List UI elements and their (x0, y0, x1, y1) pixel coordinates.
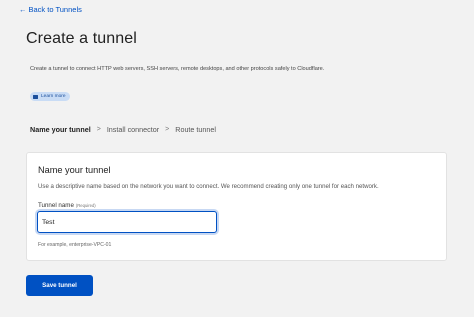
name-tunnel-card: Name your tunnel Use a descriptive name … (26, 152, 447, 261)
tunnel-name-input[interactable] (37, 211, 217, 233)
required-marker: (Required) (75, 203, 96, 208)
step-route-tunnel: Route tunnel (175, 125, 217, 134)
save-tunnel-button[interactable]: Save tunnel (26, 275, 93, 296)
learn-more-button[interactable]: Learn more (30, 92, 70, 101)
tunnel-name-label-text: Tunnel name (38, 202, 74, 209)
field-hint: For example, enterprise-VPC-01 (38, 242, 112, 248)
tunnel-name-label: Tunnel name (Required) (38, 202, 96, 209)
book-icon (33, 94, 38, 99)
step-progress: Name your tunnel > Install connector > R… (30, 125, 216, 134)
step-separator: > (165, 126, 170, 133)
card-title: Name your tunnel (38, 165, 111, 175)
step-install-connector: Install connector (106, 125, 160, 134)
card-description: Use a descriptive name based on the netw… (38, 183, 379, 190)
back-to-tunnels-link[interactable]: ← Back to Tunnels (19, 5, 82, 14)
step-name-tunnel: Name your tunnel (30, 125, 91, 134)
back-arrow-icon: ← (19, 5, 27, 14)
page-description: Create a tunnel to connect HTTP web serv… (30, 66, 325, 72)
page-title: Create a tunnel (26, 30, 137, 47)
step-separator: > (96, 126, 101, 133)
learn-more-label: Learn more (41, 94, 66, 99)
back-link-label: Back to Tunnels (28, 5, 82, 14)
